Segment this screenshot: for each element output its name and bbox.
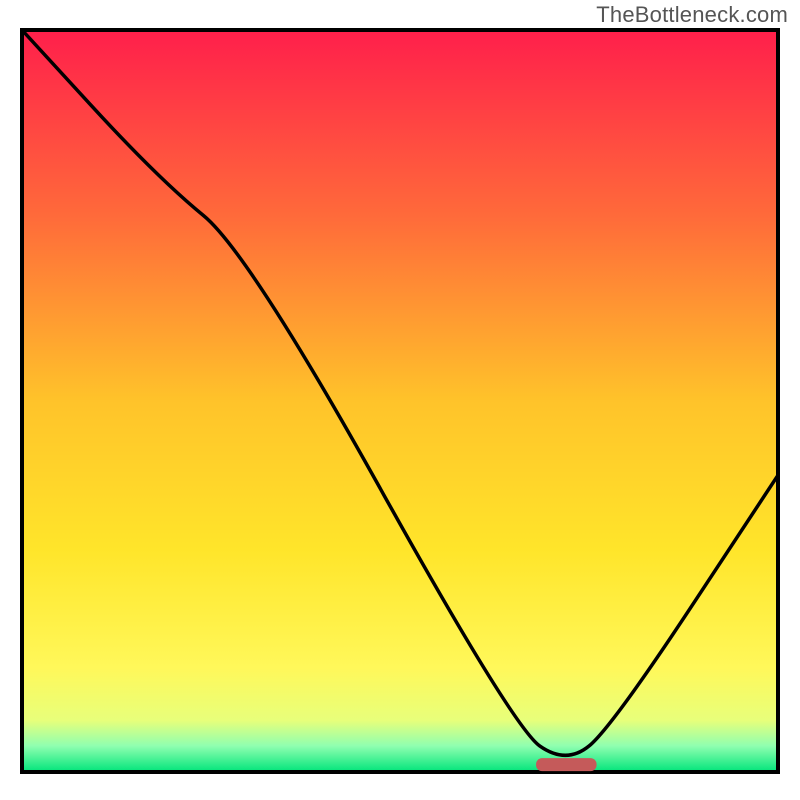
bottleneck-chart: [0, 0, 800, 800]
chart-stage: TheBottleneck.com: [0, 0, 800, 800]
optimal-region-marker: [536, 758, 596, 771]
plot-area: [22, 30, 778, 772]
